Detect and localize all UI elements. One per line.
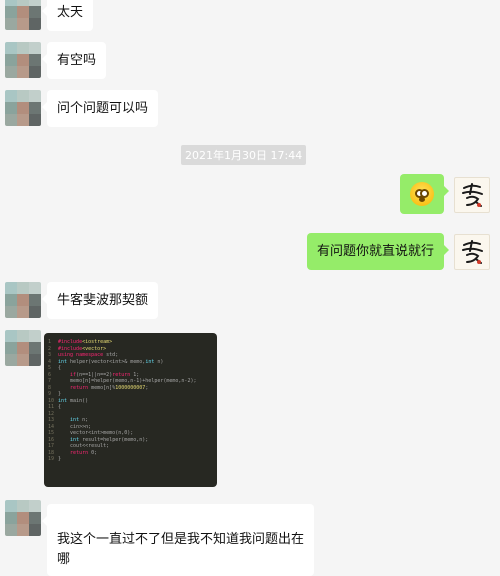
- my-avatar[interactable]: [454, 177, 490, 213]
- message-bubble[interactable]: 牛客斐波那契额: [41, 282, 159, 319]
- my-avatar[interactable]: [454, 234, 490, 270]
- contact-avatar[interactable]: [5, 282, 41, 318]
- message-bubble[interactable]: 问个问题可以吗: [41, 90, 159, 127]
- calligraphy-avatar-icon: [462, 240, 483, 264]
- flushed-face-emoji-icon: [410, 182, 434, 206]
- message-text: 有空吗: [57, 53, 97, 68]
- contact-avatar[interactable]: [5, 330, 41, 366]
- message-bubble[interactable]: 有问题你就直说就行: [306, 233, 450, 270]
- message-bubble[interactable]: 太天: [41, 0, 94, 31]
- contact-avatar[interactable]: [5, 90, 41, 126]
- message-text: 太天: [57, 5, 84, 20]
- message-bubble[interactable]: 有空吗: [41, 42, 107, 79]
- message-bubble[interactable]: 我这个一直过不了但是我不知道我问题出在 哪: [41, 504, 315, 576]
- contact-avatar[interactable]: [5, 500, 41, 536]
- message-text: 牛客斐波那契额: [57, 293, 149, 308]
- code-screenshot-image[interactable]: 1 #include<iostream> 2 #include<vector> 3u…: [44, 333, 217, 487]
- contact-avatar[interactable]: [5, 42, 41, 78]
- message-text: 有问题你就直说就行: [316, 244, 434, 259]
- chat-window: 太天 有空吗 问个问题可以吗 2021年1月30日 17:44 有问题你就直说就…: [0, 0, 500, 576]
- message-timestamp: 2021年1月30日 17:44: [181, 145, 307, 165]
- contact-avatar[interactable]: [5, 0, 41, 30]
- calligraphy-avatar-icon: [462, 183, 483, 207]
- message-bubble[interactable]: [400, 174, 449, 214]
- message-text: 问个问题可以吗: [57, 101, 149, 116]
- message-text: 我这个一直过不了但是我不知道我问题出在 哪: [57, 532, 305, 567]
